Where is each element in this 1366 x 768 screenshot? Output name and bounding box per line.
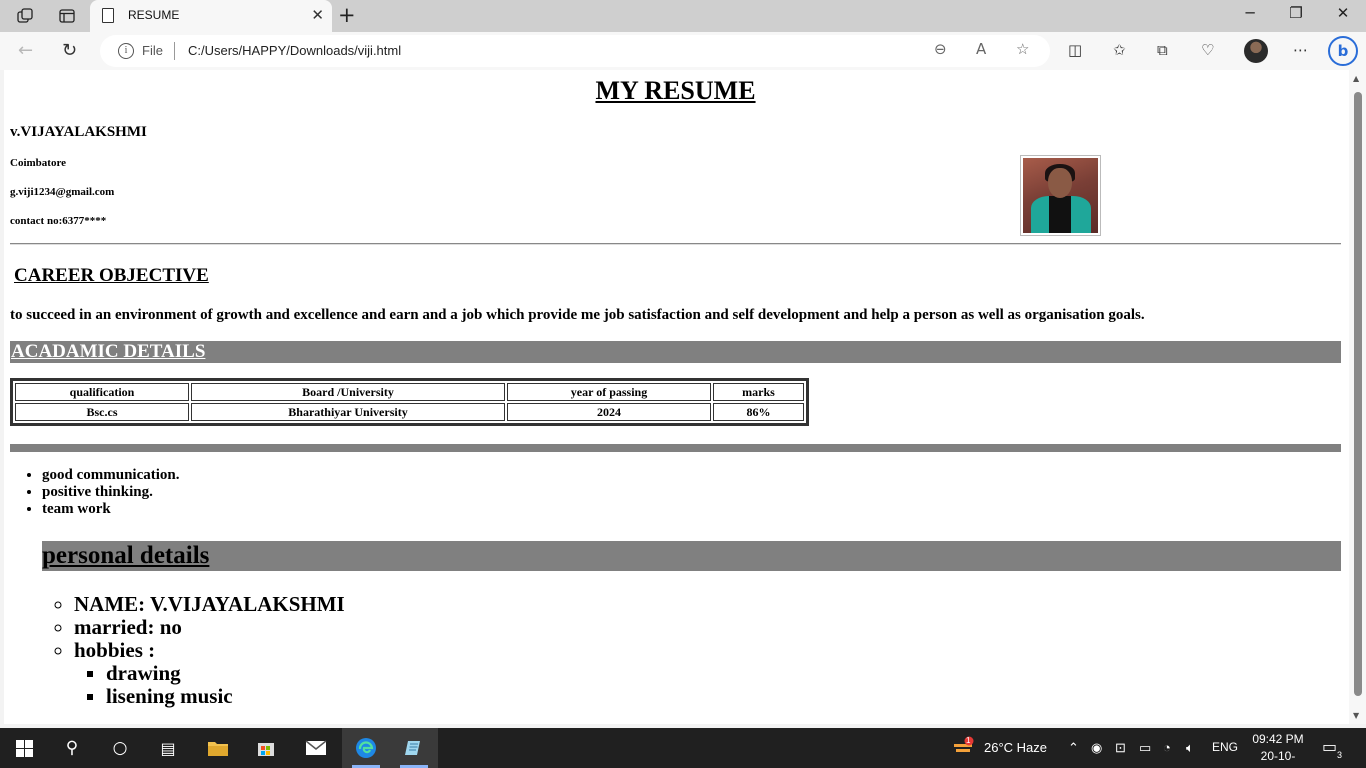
tab-strip: RESUME ✕ + ─ ❐ ✕	[0, 0, 1366, 32]
scroll-thumb[interactable]	[1354, 92, 1362, 696]
back-button[interactable]: ←	[18, 40, 33, 61]
url-text[interactable]: C:/Users/HAPPY/Downloads/viji.html	[188, 43, 401, 58]
store-icon[interactable]	[242, 728, 290, 768]
hobbies-list: drawing lisening music	[106, 662, 345, 708]
list-item: good communication.	[42, 467, 180, 484]
info-icon[interactable]: i	[118, 43, 134, 59]
weather-badge: 1	[966, 736, 971, 745]
notepad-app-icon[interactable]	[390, 728, 438, 768]
list-item: positive thinking.	[42, 484, 180, 501]
tab-title: RESUME	[128, 8, 180, 22]
table-header-cell: marks	[713, 383, 804, 401]
personal-details-list: NAME: V.VIJAYALAKSHMI married: no hobbie…	[74, 593, 345, 708]
close-window-button[interactable]: ✕	[1328, 4, 1358, 22]
clock-time: 09:42 PM	[1252, 732, 1304, 746]
new-tab-button[interactable]: +	[338, 3, 356, 27]
wifi-icon[interactable]: ◔	[1163, 740, 1171, 755]
favorite-star-icon[interactable]: ☆	[1016, 40, 1029, 58]
list-item: NAME: V.VIJAYALAKSHMI	[74, 593, 345, 616]
page-icon	[102, 8, 114, 23]
collections-icon[interactable]: ⧉	[1157, 41, 1168, 59]
cortana-icon[interactable]: ○	[96, 728, 144, 768]
file-explorer-icon[interactable]	[194, 728, 242, 768]
meet-now-icon[interactable]: ⊡	[1115, 740, 1126, 756]
search-icon[interactable]: ⚲	[48, 728, 96, 768]
close-tab-icon[interactable]: ✕	[311, 6, 324, 24]
list-item: hobbies : drawing lisening music	[74, 639, 345, 708]
table-header-row: qualification Board /University year of …	[15, 383, 804, 401]
restore-button[interactable]: ❐	[1281, 4, 1311, 22]
taskbar: ⚲ ○ ▤ 1 26°C Haze ⌃ ◉ ⊡ ▭ ◔ 🔈︎ ENG 09:42…	[0, 728, 1366, 768]
scroll-up-arrow-icon[interactable]: ▲	[1353, 74, 1359, 83]
battery-icon[interactable]: ▭	[1139, 740, 1151, 756]
weather-icon[interactable]	[952, 736, 974, 761]
profile-photo	[1020, 155, 1101, 236]
scroll-down-arrow-icon[interactable]: ▼	[1353, 711, 1359, 720]
career-objective-text: to succeed in an environment of growth a…	[10, 307, 1145, 323]
language-indicator[interactable]: ENG	[1212, 740, 1238, 754]
section-divider-bar	[10, 444, 1341, 452]
table-cell: 86%	[713, 403, 804, 421]
workspaces-icon[interactable]	[14, 6, 36, 26]
browser-tab[interactable]: RESUME ✕	[90, 0, 332, 32]
career-objective-heading: CAREER OBJECTIVE	[14, 265, 209, 286]
list-item: lisening music	[106, 685, 345, 708]
table-header-cell: year of passing	[507, 383, 711, 401]
mail-icon[interactable]	[292, 728, 340, 768]
table-row: Bsc.cs Bharathiyar University 2024 86%	[15, 403, 804, 421]
edge-icon[interactable]	[342, 728, 390, 768]
clock-date: 20-10-2023	[1260, 749, 1296, 768]
zoom-out-icon[interactable]: ⊖	[934, 40, 947, 58]
edge-tray-icon[interactable]: ◉	[1091, 740, 1102, 756]
more-menu-icon[interactable]: ⋯	[1293, 41, 1308, 59]
table-cell: Bharathiyar University	[191, 403, 505, 421]
table-cell: 2024	[507, 403, 711, 421]
list-item: married: no	[74, 616, 345, 639]
page-title: MY RESUME	[595, 76, 756, 105]
browser-toolbar: ← ↻ i File C:/Users/HAPPY/Downloads/viji…	[0, 32, 1366, 70]
personal-details-heading: personal details	[42, 541, 1341, 571]
academic-details-heading: ACADAMIC DETAILS	[10, 341, 1341, 363]
volume-icon[interactable]: 🔈︎	[1186, 740, 1194, 756]
list-item: drawing	[106, 662, 345, 685]
chevron-up-icon[interactable]: ⌃	[1068, 740, 1079, 756]
candidate-name: v.VIJAYALAKSHMI	[10, 124, 147, 140]
vertical-scrollbar[interactable]: ▲ ▼	[1349, 70, 1366, 724]
browser-essentials-icon[interactable]: ♡	[1201, 41, 1214, 59]
hobbies-label: hobbies :	[74, 638, 156, 662]
weather-text[interactable]: 26°C Haze	[984, 740, 1047, 755]
page-viewport: MY RESUME v.VIJAYALAKSHMI Coimbatore g.v…	[4, 70, 1349, 724]
tab-actions-icon[interactable]	[56, 6, 78, 26]
table-header-cell: qualification	[15, 383, 189, 401]
list-item: team work	[42, 501, 180, 518]
address-bar[interactable]: i File C:/Users/HAPPY/Downloads/viji.htm…	[100, 35, 1050, 67]
table-cell: Bsc.cs	[15, 403, 189, 421]
notifications-icon[interactable]: ▭	[1322, 737, 1337, 756]
skills-list: good communication. positive thinking. t…	[42, 467, 180, 518]
profile-avatar[interactable]	[1244, 39, 1268, 63]
table-header-cell: Board /University	[191, 383, 505, 401]
task-view-icon[interactable]: ▤	[144, 728, 192, 768]
bing-copilot-icon[interactable]: b	[1328, 36, 1358, 66]
address-scheme-label: File	[142, 43, 163, 58]
notification-count: 3	[1337, 750, 1343, 760]
address-separator	[174, 42, 175, 60]
candidate-contact: contact no:6377****	[10, 215, 107, 227]
start-button[interactable]	[0, 728, 48, 768]
clock[interactable]: 09:42 PM 20-10-2023	[1248, 731, 1308, 768]
reload-button[interactable]: ↻	[62, 40, 77, 61]
read-aloud-icon[interactable]: A	[976, 40, 986, 58]
candidate-email: g.viji1234@gmail.com	[10, 186, 115, 198]
divider	[10, 243, 1341, 245]
split-screen-icon[interactable]: ◫	[1068, 41, 1082, 59]
minimize-button[interactable]: ─	[1235, 4, 1265, 22]
academic-table: qualification Board /University year of …	[10, 378, 809, 426]
windows-logo-icon	[15, 739, 33, 757]
favorites-icon[interactable]: ✩	[1113, 41, 1126, 59]
candidate-city: Coimbatore	[10, 157, 67, 169]
